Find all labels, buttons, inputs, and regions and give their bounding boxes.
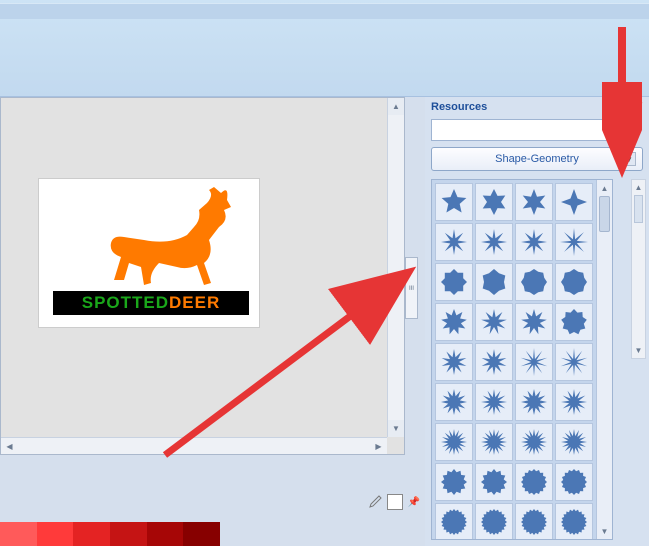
wordmark-part-1: SPOTTED bbox=[82, 293, 169, 313]
scroll-up-icon[interactable]: ▲ bbox=[388, 98, 404, 115]
scroll-down-icon[interactable]: ▼ bbox=[388, 420, 404, 437]
shape-burst-16b[interactable] bbox=[475, 423, 513, 461]
shape-enneagon[interactable] bbox=[555, 303, 593, 341]
eyedropper-icon[interactable] bbox=[367, 494, 383, 510]
shape-star-8-thin2[interactable] bbox=[475, 223, 513, 261]
palette-swatch[interactable] bbox=[183, 522, 220, 546]
shape-burst-10[interactable] bbox=[435, 343, 473, 381]
panel-scrollbar[interactable]: ▲ ▼ bbox=[631, 179, 646, 359]
shape-seal-12b[interactable] bbox=[475, 463, 513, 501]
shape-spark-8[interactable] bbox=[555, 223, 593, 261]
shape-round-8a[interactable] bbox=[515, 263, 553, 301]
wordmark-part-2: DEER bbox=[169, 293, 220, 313]
shape-star-6b[interactable] bbox=[515, 183, 553, 221]
search-input[interactable] bbox=[431, 119, 610, 141]
shape-octagon[interactable] bbox=[435, 263, 473, 301]
shape-seal-20d[interactable] bbox=[555, 503, 593, 540]
shape-gallery: ▲ ▼ bbox=[431, 179, 613, 540]
scrollbar-thumb[interactable] bbox=[634, 195, 643, 223]
ribbon-toolbar bbox=[0, 0, 649, 97]
shape-spark-thin[interactable] bbox=[515, 343, 553, 381]
shape-star-5[interactable] bbox=[435, 183, 473, 221]
shape-seal-12[interactable] bbox=[435, 463, 473, 501]
chevron-down-icon[interactable]: ▼ bbox=[622, 152, 636, 166]
palette-swatch[interactable] bbox=[37, 522, 74, 546]
shape-hex-round[interactable] bbox=[475, 263, 513, 301]
shape-category-dropdown[interactable]: Shape-Geometry ▼ bbox=[431, 147, 643, 171]
panel-pin-icon[interactable]: 📌 bbox=[631, 100, 643, 111]
resources-panel: Resources 📌 Shape-Geometry ▼ ▲ ▼ ▲ ▼ bbox=[425, 97, 649, 546]
shape-seal-16b[interactable] bbox=[555, 463, 593, 501]
gallery-scrollbar[interactable]: ▲ ▼ bbox=[596, 180, 612, 539]
scroll-right-icon[interactable]: ▶ bbox=[370, 438, 387, 454]
dropdown-label: Shape-Geometry bbox=[495, 153, 579, 165]
current-color-swatch[interactable] bbox=[387, 494, 403, 510]
canvas-vertical-scrollbar[interactable]: ▲ ▼ bbox=[387, 98, 404, 437]
logo-artboard[interactable]: SPOTTEDDEER bbox=[38, 178, 260, 328]
shape-nona-star[interactable] bbox=[435, 303, 473, 341]
scrollbar-thumb[interactable] bbox=[599, 196, 610, 232]
shape-seal-20[interactable] bbox=[435, 503, 473, 540]
scroll-up-icon[interactable]: ▲ bbox=[597, 180, 612, 196]
canvas-pane: SPOTTEDDEER ▲ ▼ ◀ ▶ ≡ bbox=[0, 97, 425, 491]
deer-graphic bbox=[99, 185, 234, 288]
wordmark: SPOTTEDDEER bbox=[53, 291, 249, 315]
shape-star-4[interactable] bbox=[555, 183, 593, 221]
shape-burst-12b[interactable] bbox=[555, 383, 593, 421]
panel-title: Resources bbox=[425, 97, 649, 117]
panel-collapse-handle[interactable]: ≡ bbox=[405, 257, 418, 319]
palette-swatch[interactable] bbox=[110, 522, 147, 546]
pin-icon[interactable]: 📌 bbox=[407, 495, 421, 509]
canvas-horizontal-scrollbar[interactable]: ◀ ▶ bbox=[1, 437, 387, 454]
shape-round-8b[interactable] bbox=[555, 263, 593, 301]
shape-star-8-thin[interactable] bbox=[435, 223, 473, 261]
palette-swatch[interactable] bbox=[73, 522, 110, 546]
shape-star-12b[interactable] bbox=[515, 383, 553, 421]
scroll-up-icon[interactable]: ▲ bbox=[632, 180, 645, 195]
palette-swatch[interactable] bbox=[0, 522, 37, 546]
shape-star-9[interactable] bbox=[515, 303, 553, 341]
shape-spark-thin2[interactable] bbox=[555, 343, 593, 381]
shape-seal-20b[interactable] bbox=[475, 503, 513, 540]
scroll-down-icon[interactable]: ▼ bbox=[597, 523, 612, 539]
shape-burst-16[interactable] bbox=[435, 423, 473, 461]
shape-burst-12[interactable] bbox=[475, 383, 513, 421]
shape-star-8-thin3[interactable] bbox=[515, 223, 553, 261]
shape-seal-16[interactable] bbox=[515, 463, 553, 501]
shape-burst-16d[interactable] bbox=[555, 423, 593, 461]
shape-burst-16c[interactable] bbox=[515, 423, 553, 461]
scroll-down-icon[interactable]: ▼ bbox=[632, 343, 645, 358]
shape-burst-9[interactable] bbox=[475, 303, 513, 341]
shape-burst-10b[interactable] bbox=[475, 343, 513, 381]
color-bar: 📌 bbox=[0, 491, 425, 546]
palette-swatch[interactable] bbox=[147, 522, 184, 546]
shape-seal-20c[interactable] bbox=[515, 503, 553, 540]
scroll-left-icon[interactable]: ◀ bbox=[1, 438, 18, 454]
color-palette[interactable] bbox=[0, 522, 220, 546]
shape-star-12[interactable] bbox=[435, 383, 473, 421]
shape-star-6[interactable] bbox=[475, 183, 513, 221]
canvas-viewport[interactable]: SPOTTEDDEER ▲ ▼ ◀ ▶ bbox=[0, 97, 405, 455]
